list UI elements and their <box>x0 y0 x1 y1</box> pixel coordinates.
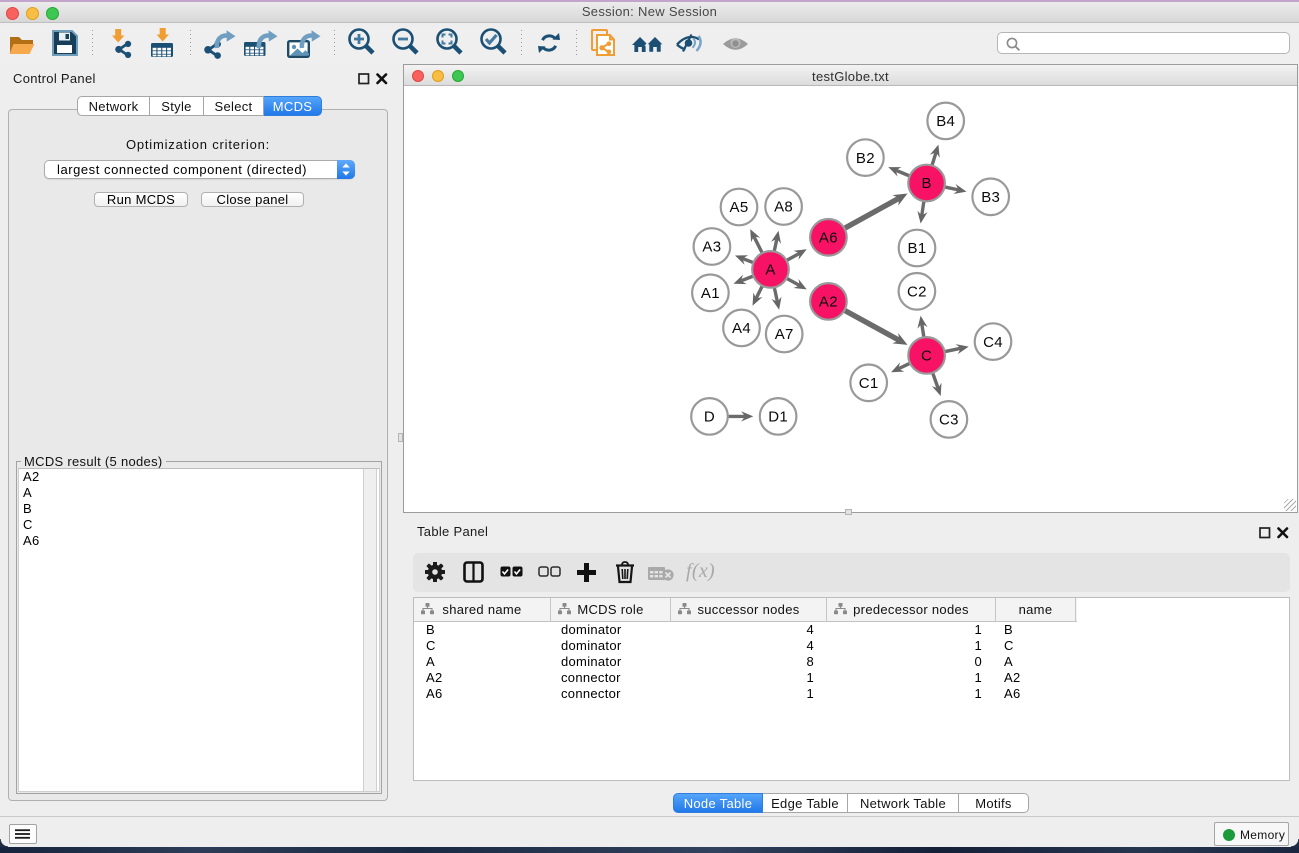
svg-text:B1: B1 <box>908 240 927 257</box>
svg-text:A: A <box>765 262 775 279</box>
svg-text:C: C <box>921 348 932 365</box>
svg-text:A2: A2 <box>819 294 838 311</box>
svg-text:A7: A7 <box>775 326 794 343</box>
svg-text:A5: A5 <box>730 199 749 216</box>
svg-text:A6: A6 <box>819 230 838 247</box>
svg-text:B4: B4 <box>936 113 955 130</box>
svg-text:C2: C2 <box>907 284 927 301</box>
svg-text:B3: B3 <box>981 189 1000 206</box>
svg-text:C1: C1 <box>859 375 879 392</box>
svg-text:A4: A4 <box>732 320 751 337</box>
svg-text:C4: C4 <box>983 334 1003 351</box>
svg-text:A1: A1 <box>701 285 720 302</box>
svg-text:B: B <box>921 175 931 192</box>
svg-text:D: D <box>704 409 715 426</box>
svg-text:C3: C3 <box>939 412 959 429</box>
svg-text:A8: A8 <box>774 199 793 216</box>
svg-text:D1: D1 <box>768 409 788 426</box>
svg-text:A3: A3 <box>702 239 721 256</box>
svg-text:B2: B2 <box>856 150 875 167</box>
